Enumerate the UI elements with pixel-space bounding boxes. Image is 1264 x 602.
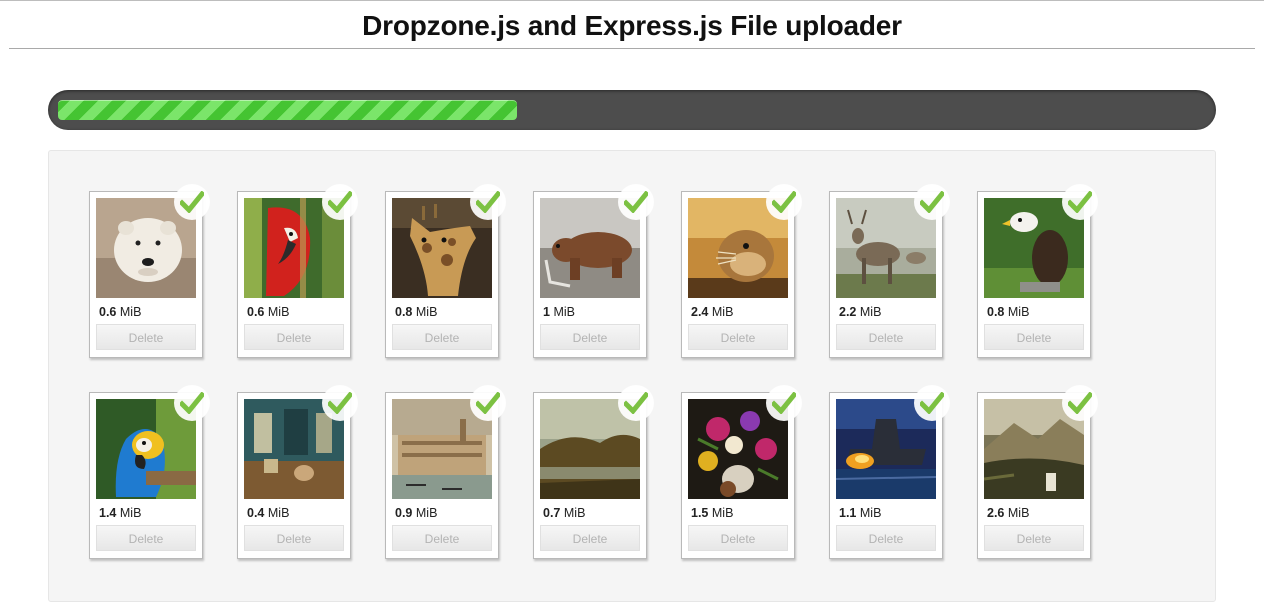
file-preview: 0.9 MiB Delete (385, 385, 506, 559)
file-size: 2.6 MiB (987, 506, 1030, 520)
file-preview: 1 MiB Delete (533, 184, 654, 358)
file-size: 1.1 MiB (839, 506, 882, 520)
file-preview: 2.6 MiB Delete (977, 385, 1098, 559)
upload-success-checkmark-icon (1062, 184, 1098, 220)
file-size: 0.4 MiB (247, 506, 290, 520)
file-preview: 0.8 MiB Delete (977, 184, 1098, 358)
upload-success-checkmark-icon (618, 385, 654, 421)
title-divider (9, 48, 1255, 49)
upload-success-checkmark-icon (914, 184, 950, 220)
file-size: 2.4 MiB (691, 305, 734, 319)
total-upload-progress-fill (58, 100, 517, 120)
file-preview: 0.6 MiB Delete (89, 184, 210, 358)
file-preview: 1.1 MiB Delete (829, 385, 950, 559)
upload-success-checkmark-icon (174, 184, 210, 220)
delete-button[interactable]: Delete (984, 324, 1084, 350)
file-size: 2.2 MiB (839, 305, 882, 319)
file-size: 0.8 MiB (395, 305, 438, 319)
file-preview: 1.4 MiB Delete (89, 385, 210, 559)
delete-button[interactable]: Delete (96, 324, 196, 350)
delete-button[interactable]: Delete (244, 324, 344, 350)
delete-button[interactable]: Delete (244, 525, 344, 551)
upload-success-checkmark-icon (322, 385, 358, 421)
upload-success-checkmark-icon (470, 184, 506, 220)
file-preview: 0.8 MiB Delete (385, 184, 506, 358)
upload-success-checkmark-icon (322, 184, 358, 220)
file-size: 1 MiB (543, 305, 575, 319)
upload-success-checkmark-icon (1062, 385, 1098, 421)
upload-success-checkmark-icon (618, 184, 654, 220)
upload-success-checkmark-icon (766, 184, 802, 220)
file-size: 0.7 MiB (543, 506, 586, 520)
file-size: 0.6 MiB (247, 305, 290, 319)
delete-button[interactable]: Delete (836, 324, 936, 350)
delete-button[interactable]: Delete (984, 525, 1084, 551)
delete-button[interactable]: Delete (96, 525, 196, 551)
delete-button[interactable]: Delete (540, 525, 640, 551)
file-size: 1.5 MiB (691, 506, 734, 520)
file-size: 0.9 MiB (395, 506, 438, 520)
delete-button[interactable]: Delete (688, 525, 788, 551)
total-upload-progress-bar (48, 90, 1216, 130)
delete-button[interactable]: Delete (540, 324, 640, 350)
file-size: 0.6 MiB (99, 305, 142, 319)
file-preview: 1.5 MiB Delete (681, 385, 802, 559)
upload-success-checkmark-icon (470, 385, 506, 421)
top-border (0, 0, 1264, 1)
file-preview: 2.4 MiB Delete (681, 184, 802, 358)
delete-button[interactable]: Delete (392, 324, 492, 350)
file-preview: 0.6 MiB Delete (237, 184, 358, 358)
file-preview: 0.7 MiB Delete (533, 385, 654, 559)
file-size: 1.4 MiB (99, 506, 142, 520)
file-preview: 2.2 MiB Delete (829, 184, 950, 358)
page-title: Dropzone.js and Express.js File uploader (362, 10, 902, 41)
upload-success-checkmark-icon (174, 385, 210, 421)
upload-success-checkmark-icon (914, 385, 950, 421)
file-size: 0.8 MiB (987, 305, 1030, 319)
file-preview: 0.4 MiB Delete (237, 385, 358, 559)
delete-button[interactable]: Delete (836, 525, 936, 551)
upload-success-checkmark-icon (766, 385, 802, 421)
delete-button[interactable]: Delete (688, 324, 788, 350)
delete-button[interactable]: Delete (392, 525, 492, 551)
